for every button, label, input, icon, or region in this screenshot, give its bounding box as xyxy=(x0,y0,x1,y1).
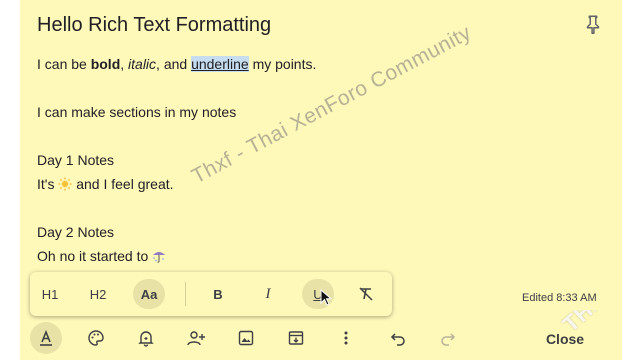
reminder-bell-icon[interactable] xyxy=(130,322,162,354)
text-format-icon[interactable] xyxy=(30,322,62,354)
note-line: Oh no it started to xyxy=(37,244,597,268)
more-vert-icon[interactable] xyxy=(330,322,362,354)
toolbar-divider xyxy=(185,282,186,306)
note-editor: Hello Rich Text Formatting I can be bold… xyxy=(20,0,622,360)
text-span: and I feel great. xyxy=(72,176,174,192)
section-heading-day1: Day 1 Notes xyxy=(37,152,115,168)
text-span: I can be xyxy=(37,56,91,72)
palette-icon[interactable] xyxy=(80,322,112,354)
underline-text-selected[interactable]: underline xyxy=(191,56,249,72)
redo-icon[interactable] xyxy=(432,322,464,354)
note-line: I can be bold, italic, and underline my … xyxy=(37,52,597,76)
umbrella-rain-icon xyxy=(152,246,166,263)
bold-button[interactable]: B xyxy=(202,279,234,309)
text-span: my points. xyxy=(248,56,317,72)
heading1-button[interactable]: H1 xyxy=(34,279,66,309)
edited-timestamp: Edited 8:33 AM xyxy=(522,292,597,304)
clear-formatting-icon[interactable] xyxy=(350,279,382,309)
formatting-toolbar: H1 H2 Aa B I U xyxy=(30,272,392,316)
note-line: It's and I feel great. xyxy=(37,172,597,196)
archive-icon[interactable] xyxy=(280,322,312,354)
bold-text: bold xyxy=(90,56,121,72)
mouse-cursor-icon xyxy=(320,288,334,307)
undo-icon[interactable] xyxy=(382,322,414,354)
normal-text-button[interactable]: Aa xyxy=(133,279,165,309)
note-body[interactable]: I can be bold, italic, and underline my … xyxy=(37,52,597,268)
sun-icon xyxy=(58,174,72,191)
corner-watermark-text: THXF.ORG xyxy=(558,310,640,337)
italic-text: italic xyxy=(128,56,157,72)
italic-button[interactable]: I xyxy=(252,279,284,309)
section-heading-day2: Day 2 Notes xyxy=(37,224,115,240)
text-span: Oh no it started to xyxy=(37,248,153,264)
text-span: , and xyxy=(156,56,192,72)
text-span: , xyxy=(120,56,129,72)
pin-icon[interactable] xyxy=(582,14,604,36)
heading2-button[interactable]: H2 xyxy=(82,279,114,309)
note-title[interactable]: Hello Rich Text Formatting xyxy=(37,14,271,37)
image-icon[interactable] xyxy=(230,322,262,354)
text-span: It's xyxy=(37,176,59,192)
add-collaborator-icon[interactable] xyxy=(180,322,212,354)
corner-watermark: THXF.ORG xyxy=(520,310,640,360)
